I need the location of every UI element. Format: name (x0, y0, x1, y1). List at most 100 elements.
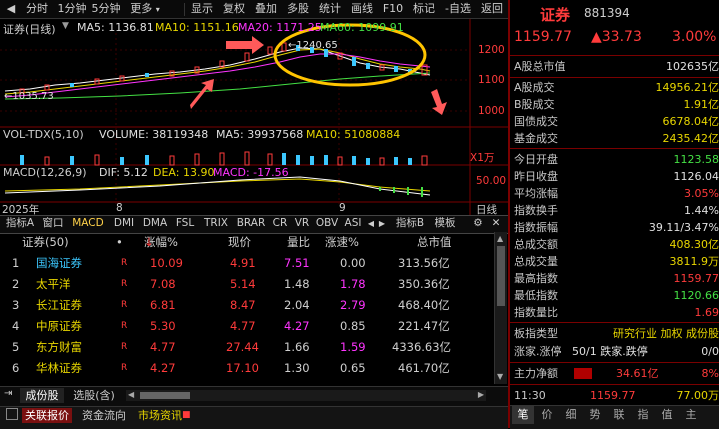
header-volume-ratio[interactable]: 量比 (287, 232, 310, 252)
info-value: 1159.77 (674, 270, 719, 287)
tab-value[interactable]: 值 (656, 406, 678, 424)
window-tab[interactable]: 窗口 (40, 216, 66, 231)
1min-button[interactable]: 1分钟 (56, 0, 88, 18)
adjust-button[interactable]: 复权 (219, 0, 249, 18)
table-row[interactable]: 5 东方财富 R 4.77 27.44 1.66 1.59 4336.63亿 (0, 337, 492, 358)
scroll-down-icon[interactable]: ▼ (497, 372, 503, 381)
info-row: 今日开盘1123.58 (510, 151, 719, 168)
table-scrollbar[interactable]: ▲ ▼ (494, 232, 507, 384)
info-row: 总成交量3811.9万 (510, 253, 719, 270)
return-button[interactable]: 返回 (477, 0, 507, 18)
obv-tab[interactable]: OBV (314, 216, 340, 231)
scroll-up-icon[interactable]: ▲ (497, 234, 503, 243)
indicator-a-tab[interactable]: 指标A (2, 216, 38, 231)
header-name[interactable]: 证券(50) (22, 232, 69, 252)
tab-index[interactable]: 指 (632, 406, 654, 424)
header-price[interactable]: 现价 (228, 232, 251, 252)
hscroll-thumb[interactable] (140, 392, 190, 399)
tab-market-news[interactable]: 市场资讯■ (138, 408, 191, 423)
info-row: 总成交额408.30亿 (510, 236, 719, 253)
tab-tick[interactable]: 笔 (512, 406, 534, 424)
asi-tab[interactable]: ASI (342, 216, 364, 231)
close-icon[interactable]: ✕ (488, 216, 504, 231)
new-dot-icon: ■ (182, 410, 191, 420)
flow-pct: 8% (702, 365, 719, 382)
tab-related-quotes[interactable]: 关联报价 (22, 408, 72, 423)
indicator-b-tab[interactable]: 指标B (392, 216, 428, 231)
scrollbar-thumb[interactable] (497, 246, 505, 306)
overlay-button[interactable]: 叠加 (251, 0, 281, 18)
template-tab[interactable]: 模板 (432, 216, 458, 231)
timeshare-button[interactable]: 分时 (24, 0, 50, 18)
brar-tab[interactable]: BRAR (234, 216, 268, 231)
f10-button[interactable]: F10 (379, 0, 407, 18)
stats-button[interactable]: 统计 (315, 0, 345, 18)
sector-value[interactable]: 研究行业 加权 成份股 (613, 325, 719, 342)
table-row[interactable]: 3 长江证券 R 6.81 8.47 2.04 2.79 468.40亿 (0, 295, 492, 316)
tab-constituents[interactable]: 成份股 (20, 388, 64, 403)
info-row: 最低指数1120.66 (510, 287, 719, 304)
info-label: 最高指数 (514, 270, 558, 287)
dmi-tab[interactable]: DMI (110, 216, 138, 231)
row-price: 5.14 (230, 274, 256, 295)
dma-tab[interactable]: DMA (140, 216, 170, 231)
5min-button[interactable]: 5分钟 (90, 0, 122, 18)
trix-tab[interactable]: TRIX (200, 216, 232, 231)
header-speed[interactable]: 涨速% (325, 232, 359, 252)
header-cap[interactable]: 总市值 (417, 232, 452, 252)
ma10-label: MA10: 1151.16 (155, 21, 239, 34)
scroll-right-icon[interactable]: ▶ (377, 216, 387, 231)
ma5-label: MA5: 1136.81 (77, 21, 154, 34)
tab-fund-flow[interactable]: 资金流向 (82, 408, 126, 423)
vr-tab[interactable]: VR (292, 216, 312, 231)
footer-left-icon[interactable] (6, 408, 18, 420)
kline-chart[interactable] (0, 19, 508, 216)
tab-main[interactable]: 主 (680, 406, 702, 424)
info-value: 1120.66 (674, 287, 719, 304)
settings-icon[interactable]: ⚙ (470, 216, 486, 231)
multi-stock-button[interactable]: 多股 (283, 0, 313, 18)
tick-price: 1159.77 (590, 387, 636, 404)
info-row: A股成交14956.21亿 (510, 79, 719, 96)
info-label: 总成交额 (514, 236, 558, 253)
cr-tab[interactable]: CR (270, 216, 290, 231)
info-row: 指数量比1.69 (510, 304, 719, 321)
hscroll-left-icon[interactable]: ◀ (128, 390, 134, 399)
remove-watchlist-button[interactable]: -自选 (441, 0, 475, 18)
more-button[interactable]: 更多 ▾ (124, 0, 166, 18)
row-name: 国海证券 (36, 253, 82, 274)
main-flow-row: 主力净额 34.61亿 8% (510, 365, 719, 382)
scroll-left-icon[interactable]: ◀ (366, 216, 376, 231)
table-row[interactable]: 1 国海证券 R 10.09 4.91 7.51 0.00 313.56亿 (0, 253, 492, 274)
info-value: 39.11/3.47% (649, 219, 719, 236)
table-row[interactable]: 2 太平洋 R 7.08 5.14 1.48 1.78 350.36亿 (0, 274, 492, 295)
hscroll-right-icon[interactable]: ▶ (478, 390, 484, 399)
display-button[interactable]: 显示 (187, 0, 217, 18)
info-value: 1123.58 (674, 151, 719, 168)
low-marker-value: 1035.73 (12, 91, 53, 102)
draw-line-button[interactable]: 画线 (347, 0, 377, 18)
table-row[interactable]: 6 华林证券 R 4.27 17.10 1.30 0.65 461.70亿 (0, 358, 492, 379)
info-row: 国债成交6678.04亿 (510, 113, 719, 130)
table-row[interactable]: 4 中原证券 R 5.30 4.77 4.27 0.85 221.47亿 (0, 316, 492, 337)
horizontal-scrollbar[interactable]: ◀ ▶ (126, 390, 486, 401)
info-value: 14956.21亿 (656, 79, 719, 96)
tab-trend[interactable]: 势 (584, 406, 606, 424)
tab-stock-picker[interactable]: 选股(含) (66, 388, 122, 403)
y-tick-1100: 1100 (478, 74, 505, 86)
back-arrow-icon[interactable]: ◀ (4, 0, 18, 18)
tab-price[interactable]: 价 (536, 406, 558, 424)
dropdown-icon[interactable]: ▼ (62, 21, 69, 31)
fsl-tab[interactable]: FSL (172, 216, 198, 231)
tab-detail[interactable]: 细 (560, 406, 582, 424)
row-flag: R (121, 274, 127, 295)
info-value: 1126.04 (674, 168, 719, 185)
tab-link[interactable]: 联 (608, 406, 630, 424)
table-header: 证券(50) • 涨幅%↓ 现价 量比 涨速% 总市值 (0, 232, 492, 252)
mark-button[interactable]: 标记 (409, 0, 439, 18)
panel-price: 1159.77 (514, 29, 572, 45)
macd-tab[interactable]: MACD (68, 216, 108, 231)
panel-code: 881394 (584, 6, 630, 20)
subtab-arrow-icon[interactable]: ⇥ (4, 388, 12, 399)
info-value: 1.44% (684, 202, 719, 219)
